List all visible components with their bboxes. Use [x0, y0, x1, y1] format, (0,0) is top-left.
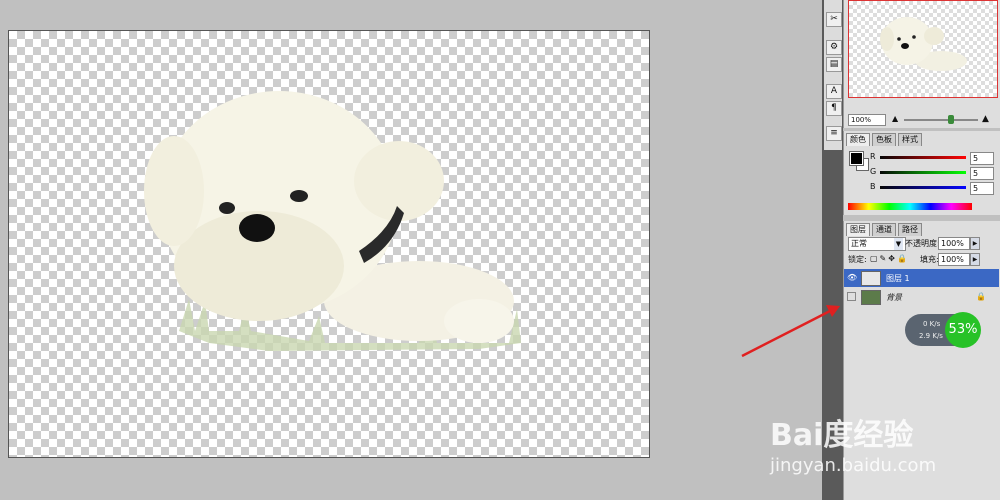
- zoom-slider-thumb[interactable]: [948, 115, 954, 124]
- clone-source-icon[interactable]: ▤: [826, 57, 842, 72]
- lock-label: 锁定:: [848, 255, 867, 264]
- visibility-toggle[interactable]: [847, 292, 856, 301]
- eye-icon[interactable]: 👁: [847, 273, 857, 282]
- fill-label: 填充:: [920, 255, 939, 264]
- paragraph-icon[interactable]: ¶: [826, 101, 842, 116]
- green-slider-row: G 5: [870, 167, 998, 180]
- canvas-area: [0, 0, 822, 500]
- network-speed-widget[interactable]: 0 K/s 2.9 K/s 53%: [905, 312, 981, 348]
- blue-slider-row: B 5: [870, 182, 998, 195]
- blue-slider[interactable]: [880, 186, 966, 189]
- green-label: G: [870, 167, 877, 176]
- blue-value-input[interactable]: 5: [970, 182, 994, 195]
- layer-row-layer1[interactable]: 👁 图层 1: [844, 269, 999, 287]
- brushes-icon[interactable]: ✂: [826, 12, 842, 27]
- opacity-input[interactable]: 100%: [938, 237, 970, 250]
- usage-percent-badge: 53%: [945, 312, 981, 348]
- foreground-color-swatch[interactable]: [849, 151, 864, 166]
- red-value-input[interactable]: 5: [970, 152, 994, 165]
- lock-options-icons[interactable]: ▢✎✥🔒: [870, 254, 909, 263]
- tab-swatches[interactable]: 色板: [872, 133, 896, 146]
- blue-label: B: [870, 182, 876, 191]
- tab-color[interactable]: 颜色: [846, 133, 870, 146]
- fill-arrow-icon[interactable]: ▶: [970, 253, 980, 266]
- blend-mode-value: 正常: [851, 239, 867, 248]
- zoom-out-icon[interactable]: ▲: [892, 114, 898, 123]
- download-speed: 2.9 K/s: [919, 332, 943, 340]
- watermark-url: jingyan.baidu.com: [770, 455, 937, 476]
- dog-image: [144, 91, 521, 351]
- layers-panel-tabs: 图层 通道 路径: [846, 223, 922, 236]
- color-panel-tabs: 颜色 色板 样式: [846, 133, 922, 146]
- green-slider[interactable]: [880, 171, 966, 174]
- red-slider[interactable]: [880, 156, 966, 159]
- opacity-label: 不透明度:: [905, 239, 940, 248]
- fill-input[interactable]: 100%: [938, 253, 970, 266]
- document-canvas[interactable]: [8, 30, 650, 458]
- color-spectrum-bar[interactable]: [848, 203, 972, 210]
- blend-mode-select[interactable]: 正常 ▼: [848, 237, 906, 251]
- zoom-input[interactable]: 100%: [848, 114, 886, 126]
- layer-name[interactable]: 背景: [886, 292, 902, 303]
- navigator-zoom-row: 100% ▲ ▲: [848, 114, 998, 126]
- red-slider-row: R 5: [870, 152, 998, 165]
- tab-styles[interactable]: 样式: [898, 133, 922, 146]
- character-icon[interactable]: A: [826, 84, 842, 99]
- watermark: Bai度经验 jingyan.baidu.com: [770, 400, 990, 490]
- tool-presets-icon[interactable]: ⚙: [826, 40, 842, 55]
- navigator-thumbnail: [880, 17, 967, 71]
- layer-thumbnail: [861, 290, 881, 305]
- zoom-slider[interactable]: [904, 119, 978, 121]
- layer-name[interactable]: 图层 1: [886, 273, 910, 284]
- layer-row-background[interactable]: 背景 🔒: [844, 288, 999, 306]
- watermark-brand: Bai度经验: [770, 418, 914, 453]
- navigator-panel: 100% ▲ ▲: [843, 0, 1000, 128]
- red-label: R: [870, 152, 876, 161]
- tab-paths[interactable]: 路径: [898, 223, 922, 236]
- chevron-down-icon[interactable]: ▼: [894, 238, 903, 250]
- green-value-input[interactable]: 5: [970, 167, 994, 180]
- color-panel: 颜色 色板 样式 R 5 G 5 B 5: [843, 131, 1000, 215]
- layer-comps-icon[interactable]: ≡: [826, 126, 842, 141]
- tab-layers[interactable]: 图层: [846, 223, 870, 236]
- lock-icon: 🔒: [976, 292, 986, 301]
- opacity-arrow-icon[interactable]: ▶: [970, 237, 980, 250]
- upload-speed: 0 K/s: [923, 320, 941, 328]
- layer-thumbnail: [861, 271, 881, 286]
- navigator-preview[interactable]: [848, 0, 998, 98]
- zoom-in-icon[interactable]: ▲: [982, 114, 989, 124]
- tab-channels[interactable]: 通道: [872, 223, 896, 236]
